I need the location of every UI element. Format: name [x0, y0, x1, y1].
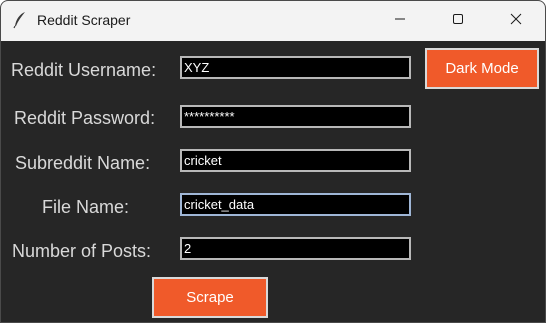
title-bar[interactable]: Reddit Scraper [1, 1, 545, 41]
minimize-button[interactable] [377, 1, 423, 41]
password-label: Reddit Password: [14, 108, 156, 128]
subreddit-input[interactable] [180, 149, 411, 172]
form-area: Reddit Username: Dark Mode Reddit Passwo… [1, 41, 545, 322]
close-icon [510, 12, 522, 30]
username-input[interactable] [180, 56, 411, 79]
app-window: Reddit Scraper Reddit Username: XYZ Dark… [0, 0, 546, 323]
maximize-button[interactable] [435, 1, 481, 41]
close-button[interactable] [493, 1, 539, 41]
window-title: Reddit Scraper [37, 12, 131, 28]
filename-input[interactable] [180, 193, 411, 216]
num-posts-input[interactable] [180, 237, 411, 260]
scrape-button[interactable]: Scrape [152, 277, 268, 318]
num-posts-label: Number of Posts: [12, 241, 152, 261]
feather-icon [12, 11, 28, 29]
subreddit-label: Subreddit Name: [15, 153, 151, 173]
filename-label: File Name: [42, 197, 130, 217]
minimize-icon [394, 12, 406, 30]
username-label: Reddit Username: [11, 60, 157, 80]
password-input[interactable] [180, 105, 411, 128]
maximize-icon [452, 12, 464, 30]
dark-mode-button[interactable]: Dark Mode [425, 48, 539, 89]
